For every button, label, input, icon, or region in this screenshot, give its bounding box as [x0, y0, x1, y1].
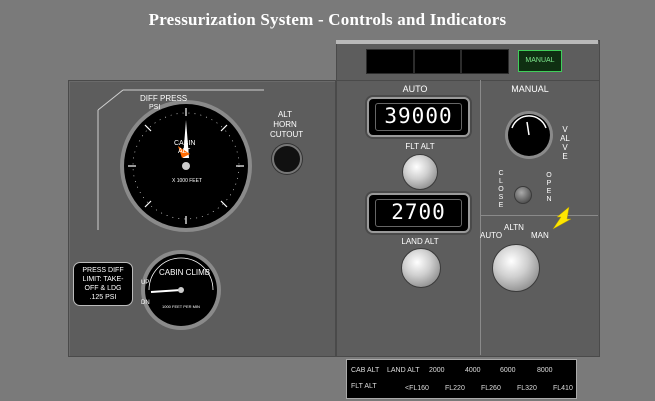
land-alt-display: 2700 — [367, 193, 470, 233]
cab-alt-header: CAB ALT — [351, 367, 380, 374]
auto-label: AUTO — [402, 84, 428, 94]
manual-label: MANUAL — [511, 84, 549, 94]
flt-alt-display: 39000 — [367, 97, 470, 137]
right-panel-divider-horizontal — [481, 215, 598, 216]
annunciator-window-3 — [461, 49, 509, 74]
annunciator-strip-bar — [336, 40, 598, 44]
flt-alt-label: FLT ALT — [405, 142, 435, 151]
climb-sub-label: 1000 FEET PER MIN — [162, 304, 200, 309]
cabin-climb-gauge — [141, 250, 221, 330]
limit-line3: OFF & LDG — [84, 285, 122, 292]
land-alt-value: 2700 — [375, 199, 462, 227]
press-diff-limit-placard: PRESS DIFF LIMIT: TAKE- OFF & LDG .125 P… — [73, 262, 133, 306]
mode-auto-label: AUTO — [480, 231, 503, 240]
flt-alt-header: FLT ALT — [351, 383, 377, 390]
valve-position-indicator — [505, 111, 553, 159]
pointer-arrow-icon — [552, 206, 572, 230]
table-cab-value: 2000 — [429, 367, 445, 374]
table-cab-value: 6000 — [500, 367, 516, 374]
table-cab-value: 8000 — [537, 367, 553, 374]
feet-label: X 1000 FEET — [172, 178, 203, 184]
manual-button[interactable]: MANUAL — [518, 50, 562, 72]
alt-horn-label-line2: HORN — [273, 120, 297, 129]
limit-line4: .125 PSI — [89, 294, 117, 301]
cabin-alt-diff-press-gauge — [120, 100, 252, 232]
right-panel-divider-vertical — [480, 80, 481, 355]
alt-horn-cutout-label: ALT HORN CUTOUT — [270, 110, 304, 140]
flt-alt-selector-knob[interactable] — [402, 154, 438, 190]
limit-line1: PRESS DIFF — [82, 267, 124, 274]
table-flt-value: FL320 — [517, 385, 537, 392]
pressurization-mode-selector[interactable] — [492, 244, 540, 292]
mode-altn-label: ALTN — [504, 223, 524, 232]
altitude-reference-table: CAB ALT LAND ALT FLT ALT 2000 4000 6000 … — [346, 359, 577, 399]
page-title: Pressurization System - Controls and Ind… — [148, 10, 507, 29]
limit-line2: LIMIT: TAKE- — [82, 276, 124, 283]
cabin-label: CABIN — [174, 140, 196, 147]
psi-label: PSI — [149, 104, 161, 111]
valve-toggle-switch[interactable] — [514, 186, 532, 204]
flt-alt-value: 39000 — [375, 103, 462, 131]
table-cab-value: 4000 — [465, 367, 481, 374]
land-alt-label: LAND ALT — [401, 237, 439, 246]
land-alt-header: LAND ALT — [387, 367, 420, 374]
alt-horn-label-line3: CUTOUT — [270, 130, 304, 139]
land-alt-selector-knob[interactable] — [401, 248, 441, 288]
annunciator-window-1 — [366, 49, 414, 74]
annunciator-window-2 — [414, 49, 461, 74]
table-flt-value: FL410 — [553, 385, 573, 392]
climb-up-label: UP — [141, 280, 150, 286]
alt-horn-label-line1: ALT — [277, 110, 293, 119]
mode-man-label: MAN — [531, 231, 549, 240]
close-label: CLOSE — [498, 170, 504, 209]
cabin-climb-label: CABIN CLIMB — [159, 268, 211, 277]
table-flt-value: <FL160 — [405, 385, 429, 392]
table-flt-value: FL220 — [445, 385, 465, 392]
diff-press-label: DIFF PRESS — [140, 94, 188, 103]
climb-dn-label: DN — [141, 300, 150, 306]
valve-label: VALVE — [560, 125, 570, 161]
open-label: OPEN — [546, 172, 552, 203]
table-flt-value: FL260 — [481, 385, 501, 392]
alt-horn-cutout-button[interactable] — [272, 144, 302, 174]
alt-label: ALT — [178, 148, 191, 155]
